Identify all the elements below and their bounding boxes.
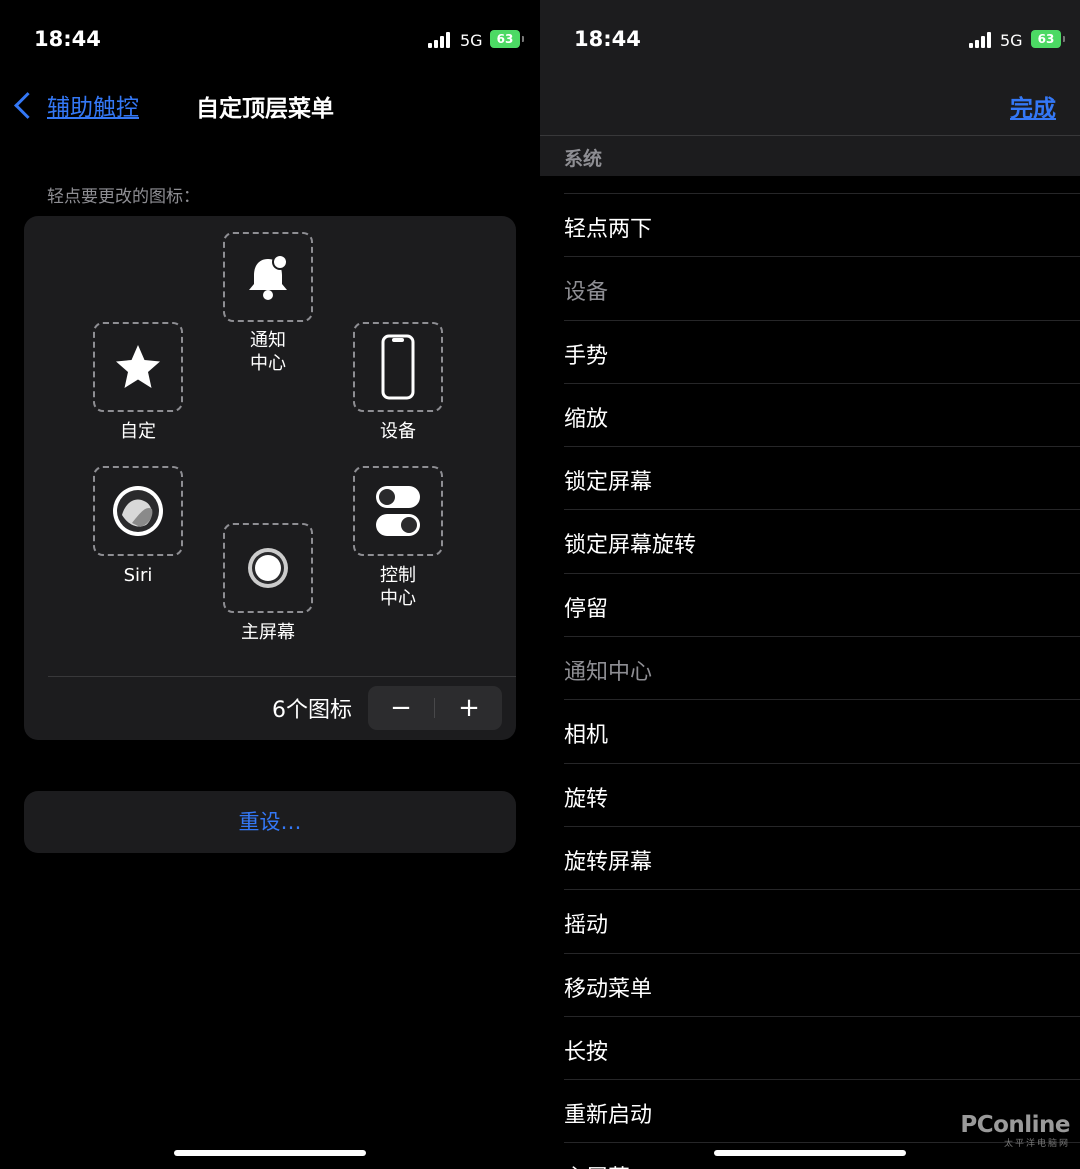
slot-device[interactable] <box>353 322 443 412</box>
toggle-switches-icon <box>376 486 420 536</box>
list-item[interactable]: 停留 <box>564 572 1080 636</box>
home-button-icon <box>248 548 288 588</box>
slot-control-center[interactable] <box>353 466 443 556</box>
list-item-label: 旋转屏幕 <box>564 849 653 875</box>
list-item[interactable]: 摇动 <box>564 889 1080 952</box>
list-item: 设备 <box>564 256 1080 319</box>
back-label: 辅助触控 <box>47 95 139 121</box>
instruction-text: 轻点要更改的图标： <box>47 187 200 207</box>
siri-icon <box>113 486 163 536</box>
watermark-logo: PConline <box>960 1112 1070 1138</box>
menu-layout-card: 通知 中心 自定 设备 Siri 控制 中心 主屏幕 6个图标 − + <box>24 216 516 740</box>
section-header: 系统 <box>540 136 1080 176</box>
list-item[interactable]: 锁定屏幕旋转 <box>564 509 1080 572</box>
right-screen: 18:44 5G 63 完成 系统 轻点两下设备手势缩放锁定屏幕锁定屏幕旋转 停留… <box>540 0 1080 1169</box>
icon-count-stepper: − + <box>368 686 502 730</box>
list-item: 通知中心 <box>564 636 1080 699</box>
slot-siri[interactable] <box>93 466 183 556</box>
list-item-label: 移动菜单 <box>564 976 653 1002</box>
battery-icon: 63 <box>490 30 524 48</box>
done-button[interactable]: 完成 <box>1010 89 1056 123</box>
signal-icon <box>969 32 995 48</box>
slot-label-notification-center: 通知 中心 <box>250 330 286 374</box>
phone-icon <box>381 334 415 400</box>
increment-button[interactable]: + <box>436 686 502 730</box>
slot-label-siri: Siri <box>123 565 153 586</box>
left-screen: 18:44 5G 63 辅助触控 自定顶层菜单 轻点要更改的图标： 通知 中心 <box>0 0 540 1169</box>
list-item-label: 重新启动 <box>564 1103 653 1129</box>
stepper-separator <box>434 698 435 718</box>
list-item[interactable]: 移动菜单 <box>564 952 1080 1016</box>
battery-icon: 63 <box>1031 30 1065 48</box>
home-indicator <box>174 1150 366 1156</box>
slot-label-custom: 自定 <box>120 421 156 442</box>
list-item-label: 旋转 <box>564 786 609 812</box>
network-label: 5G <box>1000 31 1023 50</box>
page-title: 自定顶层菜单 <box>196 96 334 122</box>
slot-home[interactable] <box>223 523 313 613</box>
watermark: PConline 太平洋电脑网 <box>960 1112 1070 1149</box>
star-icon <box>116 345 160 388</box>
action-list: 轻点两下设备手势缩放锁定屏幕锁定屏幕旋转 停留通知中心相机旋转旋转屏幕摇动移动菜单… <box>564 193 1080 1169</box>
status-bar: 18:44 5G 63 <box>0 0 540 80</box>
list-item-label: 轻点两下 <box>564 217 653 242</box>
list-item-label: 锁定屏幕旋转 <box>564 533 697 559</box>
list-item-label: 停留 <box>564 596 609 622</box>
list-item-label: 设备 <box>564 280 609 306</box>
list-item-label: 缩放 <box>564 406 609 432</box>
list-item-label: 摇动 <box>564 913 609 939</box>
chevron-left-icon <box>14 91 41 119</box>
decrement-button[interactable]: − <box>368 686 434 730</box>
slot-label-home: 主屏幕 <box>241 622 295 643</box>
list-item-label: 相机 <box>564 723 609 749</box>
list-item[interactable]: 锁定屏幕 <box>564 446 1080 509</box>
back-button[interactable]: 辅助触控 <box>12 86 139 124</box>
list-item-label: 手势 <box>564 343 609 369</box>
network-label: 5G <box>460 31 483 50</box>
list-item-label: 长按 <box>564 1039 609 1065</box>
list-item[interactable]: 手势 <box>564 319 1080 383</box>
slot-label-device: 设备 <box>380 421 416 442</box>
list-item[interactable]: 缩放 <box>564 382 1080 446</box>
card-divider <box>48 676 516 677</box>
slot-custom[interactable] <box>93 322 183 412</box>
list-item-label: 通知中心 <box>564 660 653 686</box>
slot-label-control-center: 控制 中心 <box>380 565 416 609</box>
list-item[interactable]: 旋转 <box>564 762 1080 826</box>
reset-button[interactable]: 重设… <box>24 791 516 853</box>
status-bar: 18:44 5G 63 <box>540 0 1080 80</box>
battery-level: 63 <box>496 32 514 46</box>
slot-notification-center[interactable] <box>223 232 313 322</box>
list-item-label: 主屏幕 <box>564 1160 630 1169</box>
status-time: 18:44 <box>34 27 101 51</box>
list-item-label: 锁定屏幕 <box>564 470 653 496</box>
list-item[interactable]: 轻点两下 <box>564 193 1080 256</box>
list-item[interactable]: 长按 <box>564 1015 1080 1079</box>
list-item[interactable]: 旋转屏幕 <box>564 825 1080 889</box>
icon-count-label: 6个图标 <box>272 698 352 723</box>
signal-icon <box>428 32 454 48</box>
battery-level: 63 <box>1037 32 1055 46</box>
home-indicator <box>714 1150 906 1156</box>
status-time: 18:44 <box>574 27 641 51</box>
bell-icon <box>249 254 288 300</box>
section-label-system: 系统 <box>564 148 603 170</box>
list-item[interactable]: 相机 <box>564 699 1080 762</box>
